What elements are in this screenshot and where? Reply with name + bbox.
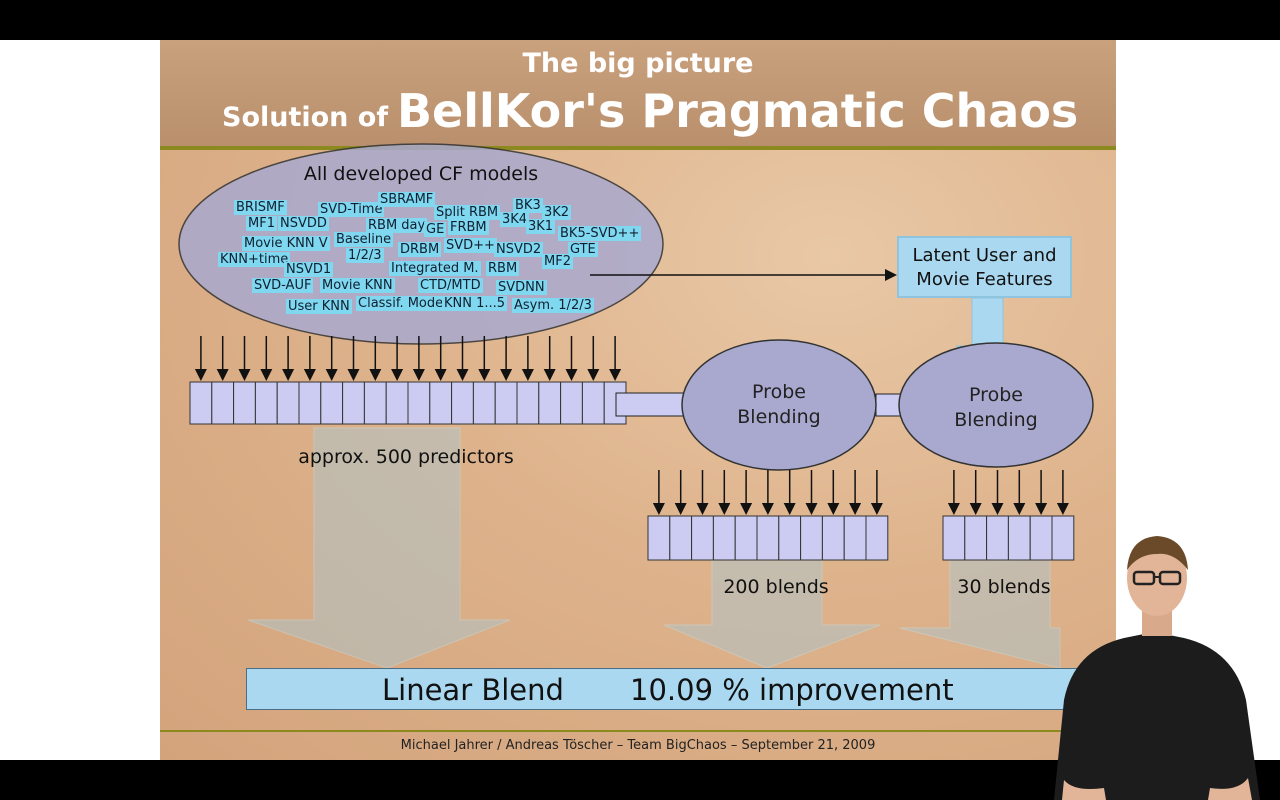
predictor-cell — [211, 381, 235, 425]
cf-model-label: Movie KNN V — [242, 236, 330, 251]
blend-200-cell — [669, 515, 693, 561]
cf-model-label: RBM — [486, 261, 520, 276]
predictor-cell — [254, 381, 278, 425]
blend-200-cell — [865, 515, 889, 561]
blend-200-cell — [821, 515, 845, 561]
improvement-label: 10.09 % improvement — [630, 673, 954, 707]
probe-blending-2-line2: Blending — [954, 409, 1038, 431]
cf-model-label: CTD/MTD — [418, 278, 483, 293]
cf-model-label: BK3 — [513, 198, 543, 213]
predictor-cell — [472, 381, 496, 425]
cf-model-label: Integrated M. — [389, 261, 481, 276]
cf-model-label: Split RBM — [434, 205, 501, 220]
predictor-cell — [233, 381, 256, 425]
cf-model-label: MF1 — [246, 216, 277, 231]
linear-blend-label: Linear Blend — [382, 673, 564, 707]
blend-200-cell — [778, 515, 802, 561]
cf-model-label: SVD-Time — [318, 202, 385, 217]
cf-model-label: 3K4 — [500, 212, 530, 227]
cf-model-label: BK5-SVD++ — [558, 226, 642, 241]
cf-model-label: KNN 1...5 — [442, 296, 508, 311]
cf-model-label: SBRAMF — [378, 192, 436, 207]
blend-200-cell — [843, 515, 867, 561]
cf-model-label: Asym. 1/2/3 — [512, 298, 594, 313]
blend-200-cell — [712, 515, 736, 561]
cf-model-label: KNN+time — [218, 252, 291, 267]
blend-200-cell — [691, 515, 714, 561]
cf-model-label: 3K1 — [526, 219, 556, 234]
cf-model-label: DRBM — [398, 242, 442, 257]
probe-blending-2-line1: Probe — [969, 384, 1023, 406]
cf-model-label: 3K2 — [542, 205, 572, 220]
cf-model-label: Movie KNN — [320, 278, 395, 293]
cf-model-label: MF2 — [542, 254, 573, 269]
cf-model-label: BRISMF — [234, 200, 287, 215]
predictor-cell — [407, 381, 431, 425]
cf-model-label: RBM day — [366, 218, 428, 233]
predictor-cell — [451, 381, 474, 425]
blend-30-cell — [1007, 515, 1031, 561]
predictor-cell — [342, 381, 365, 425]
video-frame: The big picture Solution of BellKor's Pr… — [0, 40, 1280, 800]
presenter-video-overlay — [1054, 536, 1260, 800]
predictor-cell — [494, 381, 518, 425]
blend-200-cell — [734, 515, 758, 561]
cf-model-label: FRBM — [448, 220, 489, 235]
cf-model-label: NSVDD — [278, 216, 329, 231]
predictor-strip — [189, 381, 627, 425]
latent-features-box: Latent User and Movie Features — [897, 236, 1072, 298]
ellipse-title: All developed CF models — [304, 163, 538, 185]
blend-200-strip — [647, 515, 889, 561]
blend-30-input-arrows — [947, 470, 1069, 515]
probe-blending-1-line1: Probe — [752, 381, 806, 403]
predictor-cell — [276, 381, 300, 425]
blend-200-cell — [800, 515, 823, 561]
linear-blend-box: Linear Blend 10.09 % improvement — [246, 668, 1078, 710]
predictor-cell — [363, 381, 387, 425]
blending-diagram: Probe Blending Probe Blending approx. 50… — [178, 143, 1094, 669]
predictor-cell — [560, 381, 583, 425]
predictor-cell — [385, 381, 409, 425]
cf-model-label: GE — [424, 222, 447, 237]
cf-model-label: SVD++ — [444, 238, 497, 253]
predictor-cell — [298, 381, 322, 425]
cf-model-label: 1/2/3 — [346, 248, 384, 263]
presentation-slide: The big picture Solution of BellKor's Pr… — [160, 40, 1116, 760]
blend-200-cell — [756, 515, 780, 561]
probe-blending-1-line2: Blending — [737, 406, 821, 428]
cf-model-label: SVDNN — [496, 280, 547, 295]
slide-footer: Michael Jahrer / Andreas Töscher – Team … — [400, 738, 876, 753]
cf-model-label: NSVD1 — [284, 262, 334, 277]
cf-model-label: NSVD2 — [494, 242, 544, 257]
blend-200-cell — [647, 515, 671, 561]
cf-model-label: User KNN — [286, 299, 352, 314]
blend-200-input-arrows — [652, 470, 883, 515]
predictor-cell — [320, 381, 344, 425]
blend-30-cell — [964, 515, 988, 561]
predictors-label: approx. 500 predictors — [298, 446, 514, 468]
predictor-cell — [538, 381, 562, 425]
cf-model-label: Classif. Mode — [356, 296, 446, 311]
cf-model-label: Baseline — [334, 232, 394, 247]
blends-200-label: 200 blends — [723, 576, 828, 598]
latent-features-line2: Movie Features — [916, 269, 1053, 290]
predictor-cell — [429, 381, 453, 425]
predictor-cell — [189, 381, 213, 425]
latent-features-line1: Latent User and — [912, 245, 1057, 266]
footer-divider — [160, 730, 1116, 732]
predictor-cell — [581, 381, 605, 425]
blend-30-cell — [942, 515, 966, 561]
blend-30-cell — [986, 515, 1009, 561]
predictor-cell — [516, 381, 540, 425]
cf-model-label: SVD-AUF — [252, 278, 314, 293]
probe-blending-ellipse-1 — [681, 339, 877, 471]
